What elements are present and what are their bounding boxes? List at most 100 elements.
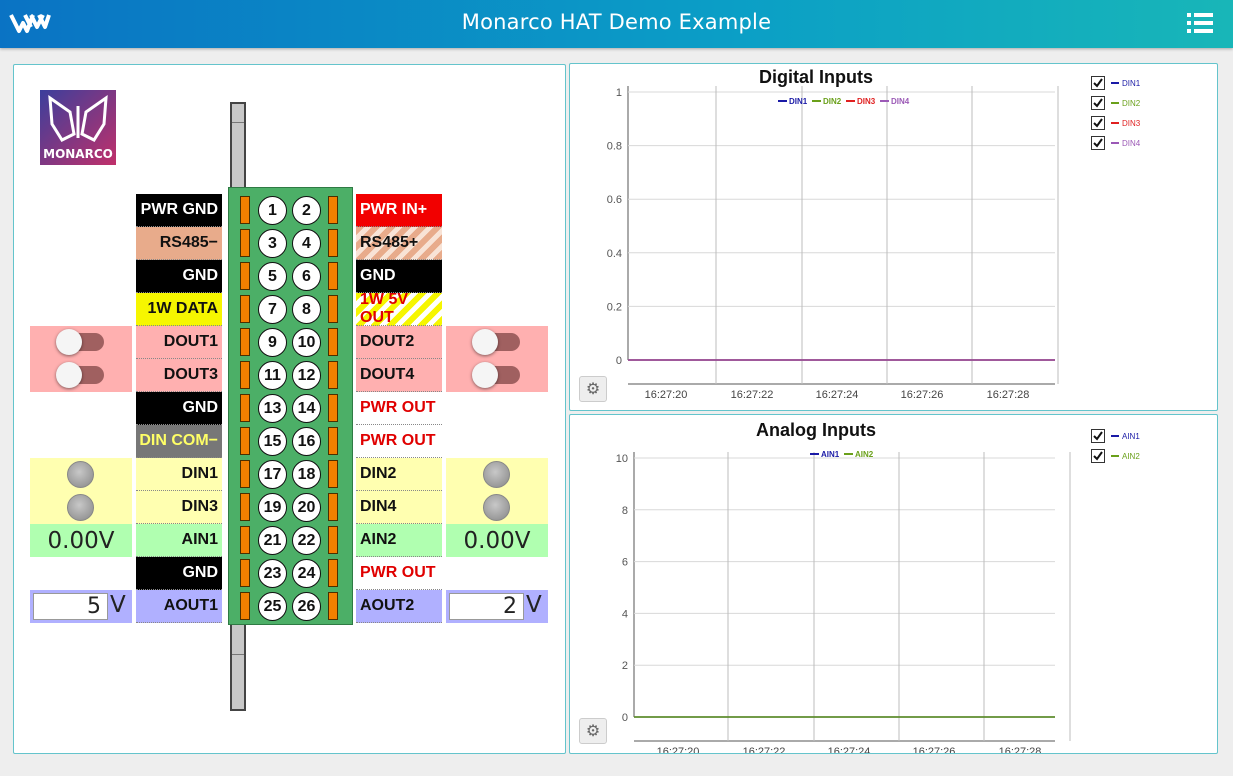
spring-right: [328, 229, 338, 257]
dout3-toggle[interactable]: [56, 362, 104, 388]
label-right-din4: DIN4: [356, 491, 442, 524]
series-checkbox-ain2[interactable]: [1091, 449, 1105, 463]
rail-notch: [232, 654, 244, 655]
analog-series-toggles: AIN1 AIN2: [1091, 426, 1140, 466]
label-right-dout2: DOUT2: [356, 326, 442, 359]
series-swatch: [1111, 455, 1119, 457]
series-checkbox-din1[interactable]: [1091, 76, 1105, 90]
series-checkbox-ain1[interactable]: [1091, 429, 1105, 443]
x-tick-label: 16:27:26: [901, 389, 944, 401]
spring-left: [240, 262, 250, 290]
x-tick-label: 16:27:28: [999, 746, 1042, 753]
x-tick-label: 16:27:22: [743, 746, 786, 753]
label-right-dout4: DOUT4: [356, 359, 442, 392]
series-toggle-ain1[interactable]: AIN1: [1091, 426, 1140, 446]
label-right-aout2: AOUT2: [356, 590, 442, 623]
pin-12: 12: [292, 361, 321, 390]
series-swatch: [1111, 122, 1119, 124]
label-left-dout3: DOUT3: [136, 359, 222, 392]
aout2-input[interactable]: [449, 593, 524, 620]
spring-right: [328, 559, 338, 587]
series-toggle-din4[interactable]: DIN4: [1091, 133, 1140, 153]
gear-icon: ⚙: [585, 723, 601, 740]
legend-label-din3: DIN3: [857, 97, 876, 106]
din4-indicator: [483, 494, 510, 521]
legend-label-ain1: AIN1: [821, 450, 840, 459]
y-tick-label: 8: [622, 505, 628, 517]
digital-chart-settings-button[interactable]: ⚙: [579, 376, 607, 402]
label-left-pwr-gnd: PWR GND: [136, 194, 222, 227]
series-name: AIN2: [1122, 451, 1140, 461]
dout1-toggle-knob[interactable]: [56, 329, 82, 355]
label-right-din2: DIN2: [356, 458, 442, 491]
analog-chart-settings-button[interactable]: ⚙: [579, 718, 607, 744]
pin-16: 16: [292, 427, 321, 456]
y-tick-label: 0: [616, 355, 622, 367]
x-tick-label: 16:27:26: [913, 746, 956, 753]
aout1-cell: V: [30, 590, 132, 623]
gear-icon: ⚙: [585, 381, 601, 398]
series-checkbox-din3[interactable]: [1091, 116, 1105, 130]
label-left-aout1: AOUT1: [136, 590, 222, 623]
x-tick-label: 16:27:20: [645, 389, 688, 401]
spring-right: [328, 526, 338, 554]
series-checkbox-din2[interactable]: [1091, 96, 1105, 110]
spring-right: [328, 460, 338, 488]
pin-15: 15: [258, 427, 287, 456]
digital-chart-panel: Digital Inputs 0 0.2 0.4 0.6 0.8 1 16:27:20 16:…: [569, 63, 1218, 411]
y-tick-label: 10: [616, 453, 628, 465]
pin-22: 22: [292, 526, 321, 555]
series-swatch: [1111, 435, 1119, 437]
aout1-input[interactable]: [33, 593, 108, 620]
label-right-pwr-in: PWR IN+: [356, 194, 442, 227]
spring-left: [240, 361, 250, 389]
series-swatch: [1111, 82, 1119, 84]
label-left-dout1: DOUT1: [136, 326, 222, 359]
series-toggle-din3[interactable]: DIN3: [1091, 113, 1140, 133]
pin-1: 1: [258, 196, 287, 225]
spring-left: [240, 526, 250, 554]
label-left-gnd: GND: [136, 260, 222, 293]
pin-20: 20: [292, 493, 321, 522]
pin-21: 21: [258, 526, 287, 555]
dout1-toggle[interactable]: [56, 329, 104, 355]
pin-10: 10: [292, 328, 321, 357]
y-tick-label: 0: [622, 712, 628, 724]
series-name: DIN1: [1122, 78, 1141, 88]
dout2-toggle-knob[interactable]: [472, 329, 498, 355]
label-right-rs485: RS485+: [356, 227, 442, 260]
series-toggle-din2[interactable]: DIN2: [1091, 93, 1140, 113]
label-right-pwr-out: PWR OUT: [356, 557, 442, 590]
aout2-input-unit: V: [526, 592, 542, 618]
spring-right: [328, 196, 338, 224]
spring-right: [328, 592, 338, 620]
label-left-ain1: AIN1: [136, 524, 222, 557]
brand-text: MONARCO: [43, 147, 113, 161]
dout4-cell: [446, 359, 548, 392]
digital-series-toggles: DIN1 DIN2 DIN3 DIN4: [1091, 73, 1140, 153]
check-icon: [1093, 78, 1103, 88]
din2-cell: [446, 458, 548, 491]
spring-left: [240, 427, 250, 455]
check-icon: [1093, 451, 1103, 461]
din3-indicator: [67, 494, 94, 521]
dout4-toggle-knob[interactable]: [472, 362, 498, 388]
label-right-1w-5v-out: 1W 5V OUT: [356, 291, 442, 326]
pin-2: 2: [292, 196, 321, 225]
legend-label-din1: DIN1: [789, 97, 808, 106]
list-menu-icon[interactable]: [1187, 12, 1213, 34]
pin-3: 3: [258, 229, 287, 258]
label-right-pwr-out: PWR OUT: [356, 392, 442, 425]
y-tick-label: 2: [622, 660, 628, 672]
series-toggle-din1[interactable]: DIN1: [1091, 73, 1140, 93]
series-toggle-ain2[interactable]: AIN2: [1091, 446, 1140, 466]
pin-24: 24: [292, 559, 321, 588]
series-name: DIN2: [1122, 98, 1141, 108]
label-left-din-com: DIN COM−: [136, 425, 222, 458]
dout3-toggle-knob[interactable]: [56, 362, 82, 388]
dout2-toggle[interactable]: [472, 329, 520, 355]
monarco-logo: MONARCO: [40, 90, 116, 165]
spring-right: [328, 328, 338, 356]
series-checkbox-din4[interactable]: [1091, 136, 1105, 150]
dout4-toggle[interactable]: [472, 362, 520, 388]
